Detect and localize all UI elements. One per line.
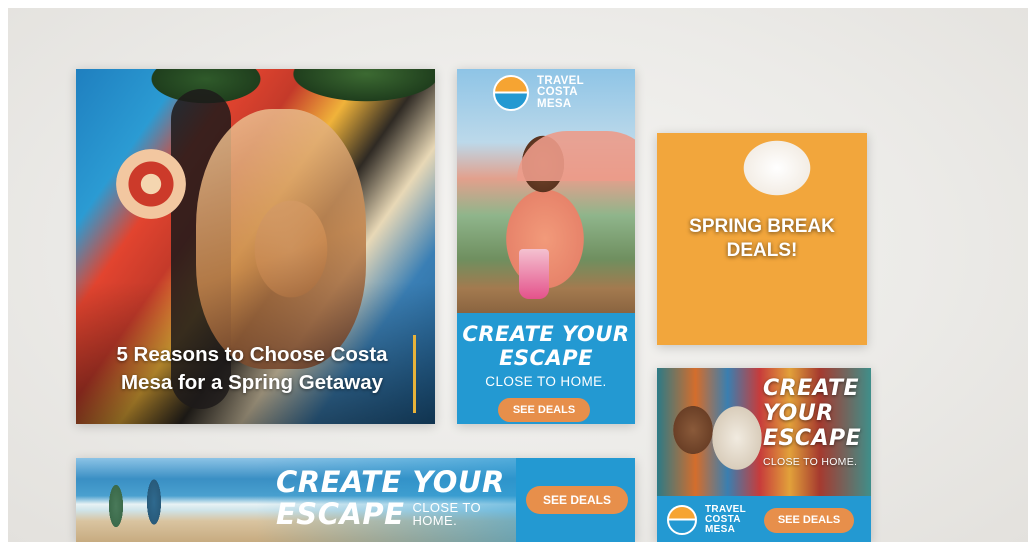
ad-showcase-board: 5 Reasons to Choose Costa Mesa for a Spr… xyxy=(8,8,1028,542)
see-deals-button[interactable]: SEE DEALS xyxy=(498,398,590,422)
ad-headline: CREATE YOUR ESCAPE xyxy=(457,322,635,370)
square-ad-headline: CREATE YOUR ESCAPE xyxy=(763,376,861,451)
travel-costa-mesa-logo[interactable]: TRAVEL COSTA MESA xyxy=(493,75,584,111)
mural-face-image xyxy=(196,109,366,369)
caption-line-2: Mesa for a Spring Getaway xyxy=(120,371,384,394)
square-ad-card[interactable]: CREATE YOUR ESCAPE CLOSE TO HOME. TRAVEL… xyxy=(657,368,871,542)
accent-bar xyxy=(413,335,416,413)
spring-break-title: SPRING BREAK DEALS! xyxy=(657,215,867,263)
banner-headline: CREATE YOUR ESCAPE CLOSE TO HOME. xyxy=(276,466,505,530)
logo-line-3: MESA xyxy=(705,524,736,535)
headline-line-1: CREATE xyxy=(763,376,860,401)
headline-line-2: ESCAPE xyxy=(499,346,593,370)
headline-line-2: ESCAPE xyxy=(276,497,405,531)
logo-text: TRAVEL COSTA MESA xyxy=(705,505,746,535)
headline-line-1: CREATE YOUR xyxy=(276,465,505,499)
headline-line-1: CREATE YOUR xyxy=(462,322,630,346)
dessert-cup-image xyxy=(519,249,549,299)
banner-subline: CLOSE TO HOME. xyxy=(413,501,481,527)
travel-costa-mesa-logo-small[interactable]: TRAVEL COSTA MESA xyxy=(667,505,746,535)
subline-line-2: HOME. xyxy=(412,513,458,528)
sun-logo-icon xyxy=(667,505,697,535)
vertical-ad-card[interactable]: TRAVEL COSTA MESA CREATE YOUR ESCAPE CLO… xyxy=(457,69,635,424)
logo-line-3: MESA xyxy=(537,97,572,110)
logo-text: TRAVEL COSTA MESA xyxy=(537,75,584,111)
square-ad-subline: CLOSE TO HOME. xyxy=(763,456,858,468)
see-deals-button[interactable]: SEE DEALS xyxy=(764,508,854,533)
caption-line-1: 5 Reasons to Choose Costa xyxy=(116,343,388,366)
article-caption: 5 Reasons to Choose Costa Mesa for a Spr… xyxy=(100,341,404,397)
see-deals-button[interactable]: SEE DEALS xyxy=(526,486,628,514)
headline-line-3: ESCAPE xyxy=(763,426,862,451)
title-line-1: SPRING BREAK xyxy=(689,216,835,237)
mural-article-card[interactable]: 5 Reasons to Choose Costa Mesa for a Spr… xyxy=(76,69,435,424)
ad-subline: CLOSE TO HOME. xyxy=(485,374,607,389)
headline-line-2: YOUR xyxy=(763,401,834,426)
mural-flower-image xyxy=(116,149,186,219)
sun-logo-icon xyxy=(493,75,529,111)
title-line-2: DEALS! xyxy=(726,240,798,261)
banner-ad-card[interactable]: CREATE YOUR ESCAPE CLOSE TO HOME. SEE DE… xyxy=(76,458,635,542)
spring-break-card[interactable]: SPRING BREAK DEALS! xyxy=(657,133,867,345)
